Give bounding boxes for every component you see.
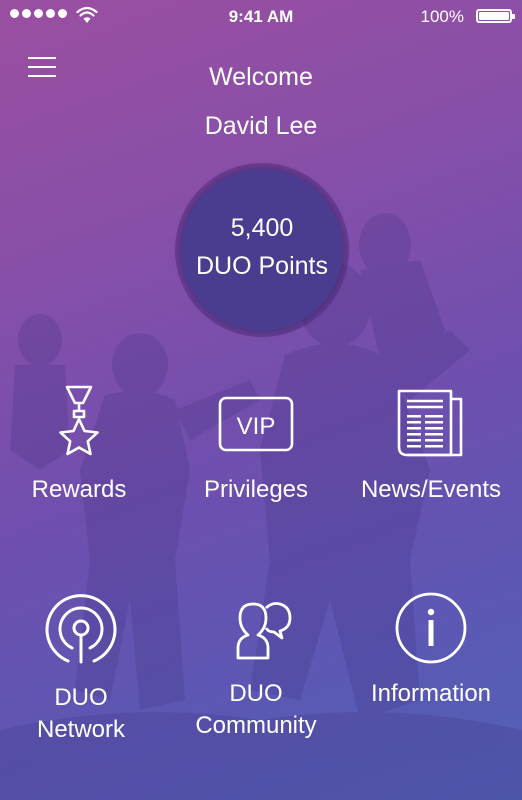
duo-network-label-line1: DUO (54, 684, 108, 711)
broadcast-antenna-icon (45, 594, 117, 664)
points-value: 5,400 (230, 214, 294, 242)
status-bar: 9:41 AM 100% (0, 0, 522, 34)
battery-percentage: 100% (420, 7, 464, 26)
points-badge[interactable]: 5,400 DUO Points (181, 169, 343, 331)
info-icon (395, 592, 467, 664)
duo-network-label-line2: Network (36, 716, 126, 743)
rewards-label: Rewards (31, 476, 127, 503)
privileges-label: Privileges (203, 476, 309, 503)
newspaper-icon (397, 389, 463, 457)
svg-text:VIP: VIP (237, 413, 276, 440)
information-label: Information (370, 680, 492, 707)
news-events-label: News/Events (360, 476, 502, 503)
battery-icon (476, 9, 515, 23)
duo-community-label-line2: Community (195, 712, 317, 739)
people-chat-icon (236, 602, 292, 660)
user-name: David Lee (204, 112, 318, 140)
welcome-title: Welcome (209, 63, 313, 91)
medal-star-icon (59, 385, 99, 456)
points-label: DUO Points (196, 252, 328, 280)
duo-community-label-line1: DUO (229, 680, 283, 707)
vip-card-icon: VIP (218, 396, 294, 452)
